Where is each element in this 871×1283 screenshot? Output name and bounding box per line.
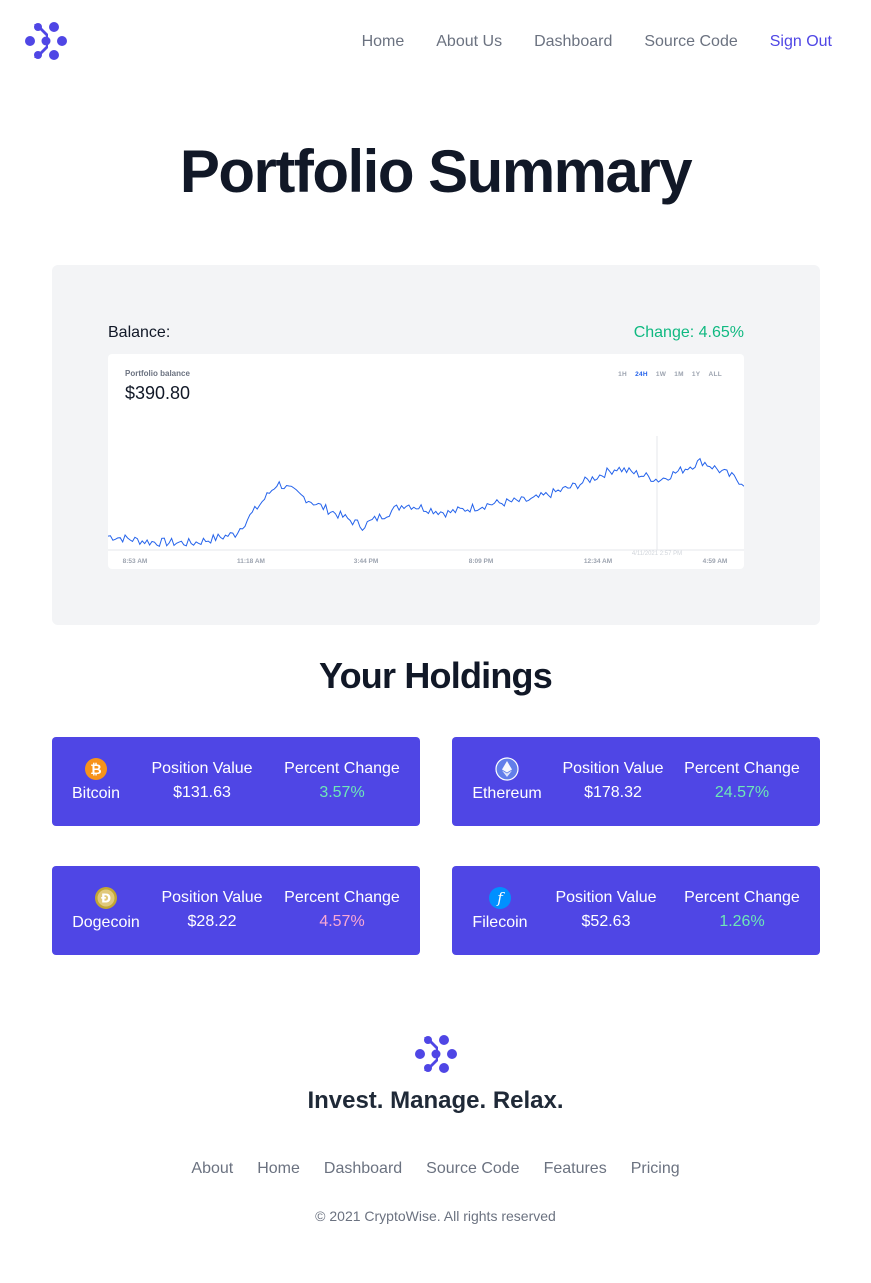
chart-series — [108, 457, 744, 548]
footer-link-features[interactable]: Features — [544, 1160, 607, 1178]
percent-change-column: Percent Change 1.26% — [680, 886, 804, 934]
x-tick-label: 12:34 AM — [584, 558, 612, 565]
coin-info: ₿ Bitcoin — [72, 757, 120, 805]
coin-name: Filecoin — [472, 914, 528, 931]
percent-change-label: Percent Change — [284, 889, 400, 906]
footer-links: About Home Dashboard Source Code Feature… — [0, 1160, 871, 1178]
x-tick-label: 8:53 AM — [123, 558, 148, 565]
footer-link-source-code[interactable]: Source Code — [426, 1160, 519, 1178]
copyright: © 2021 CryptoWise. All rights reserved — [315, 1208, 556, 1224]
coin-info: f Filecoin — [472, 886, 528, 934]
holding-card-dogecoin[interactable]: Ð Dogecoin Position Value $28.22 Percent… — [52, 866, 420, 955]
x-tick-label: 4:59 AM — [703, 558, 728, 565]
position-value-column: Position Value $28.22 — [158, 886, 266, 934]
nav-link-dashboard[interactable]: Dashboard — [534, 32, 612, 52]
percent-change-value: 3.57% — [319, 784, 365, 801]
hover-timestamp: 4/11/2021 2:57 PM — [632, 551, 682, 557]
position-value: $28.22 — [187, 913, 237, 930]
footer-logo-icon[interactable] — [414, 1033, 458, 1075]
chart-x-ticks: 8:53 AM 11:18 AM 3:44 PM 8:09 PM 12:34 AM 4:5… — [123, 558, 728, 565]
percent-change-label: Percent Change — [684, 889, 800, 906]
position-value-column: Position Value $178.32 — [560, 757, 666, 805]
percent-change-value: 1.26% — [719, 913, 765, 930]
x-tick-label: 8:09 PM — [469, 558, 494, 565]
ethereum-icon — [495, 757, 519, 781]
coin-name: Bitcoin — [71, 785, 121, 802]
percent-change-value: 4.57% — [319, 913, 365, 930]
top-nav: Home About Us Dashboard Source Code Sign… — [0, 0, 871, 82]
balance-series-line — [108, 457, 744, 548]
footer-tagline: Invest. Manage. Relax. — [307, 1087, 564, 1114]
cryptowise-logo-icon[interactable] — [24, 20, 68, 62]
position-value-label: Position Value — [151, 760, 253, 777]
position-value-column: Position Value $131.63 — [148, 757, 256, 805]
footer-link-about[interactable]: About — [191, 1160, 233, 1178]
portfolio-line-chart[interactable]: 4/11/2021 2:57 PM 8:53 AM 11:18 AM 3:44 PM… — [108, 354, 744, 569]
percent-change-column: Percent Change 24.57% — [680, 757, 804, 805]
filecoin-icon: f — [489, 887, 511, 909]
position-value-label: Position Value — [562, 760, 664, 777]
coin-name: Ethereum — [472, 785, 542, 802]
holding-card-filecoin[interactable]: f Filecoin Position Value $52.63 Percent… — [452, 866, 820, 955]
percent-change-label: Percent Change — [284, 760, 400, 777]
percent-change-label: Percent Change — [684, 760, 800, 777]
portfolio-summary-panel: Balance: Change: 4.65% Portfolio balance… — [52, 265, 820, 625]
holding-card-bitcoin[interactable]: ₿ Bitcoin Position Value $131.63 Percent… — [52, 737, 420, 826]
dogecoin-icon: Ð — [95, 887, 117, 909]
footer-link-home[interactable]: Home — [257, 1160, 300, 1178]
balance-label: Balance: — [108, 324, 171, 341]
nav-links: Home About Us Dashboard Source Code Sign… — [362, 32, 832, 52]
position-value-label: Position Value — [555, 889, 657, 906]
change-label: Change: 4.65% — [633, 324, 744, 341]
nav-link-home[interactable]: Home — [362, 32, 405, 52]
position-value: $52.63 — [581, 913, 631, 930]
svg-text:₿: ₿ — [90, 762, 101, 778]
sign-out-link[interactable]: Sign Out — [770, 32, 832, 52]
nav-link-about-us[interactable]: About Us — [436, 32, 502, 52]
footer-link-pricing[interactable]: Pricing — [631, 1160, 680, 1178]
position-value: $131.63 — [173, 784, 231, 801]
position-value-label: Position Value — [161, 889, 263, 906]
footer-link-dashboard[interactable]: Dashboard — [324, 1160, 402, 1178]
holding-card-ethereum[interactable]: Ethereum Position Value $178.32 Percent … — [452, 737, 820, 826]
x-tick-label: 3:44 PM — [354, 558, 379, 565]
percent-change-value: 24.57% — [714, 784, 770, 801]
x-tick-label: 11:18 AM — [237, 558, 265, 565]
bitcoin-icon: ₿ — [85, 758, 107, 780]
nav-link-source-code[interactable]: Source Code — [644, 32, 737, 52]
percent-change-column: Percent Change 3.57% — [280, 757, 404, 805]
percent-change-column: Percent Change 4.57% — [280, 886, 404, 934]
holdings-title: Your Holdings — [319, 655, 553, 696]
portfolio-chart-card[interactable]: Portfolio balance $390.80 1H 24H 1W 1M 1… — [108, 354, 744, 569]
position-value-column: Position Value $52.63 — [552, 886, 660, 934]
coin-info: Ethereum — [472, 757, 542, 805]
svg-text:Ð: Ð — [101, 892, 111, 906]
coin-name: Dogecoin — [72, 914, 140, 931]
page-title: Portfolio Summary — [179, 138, 693, 205]
coin-info: Ð Dogecoin — [72, 886, 140, 934]
position-value: $178.32 — [584, 784, 642, 801]
